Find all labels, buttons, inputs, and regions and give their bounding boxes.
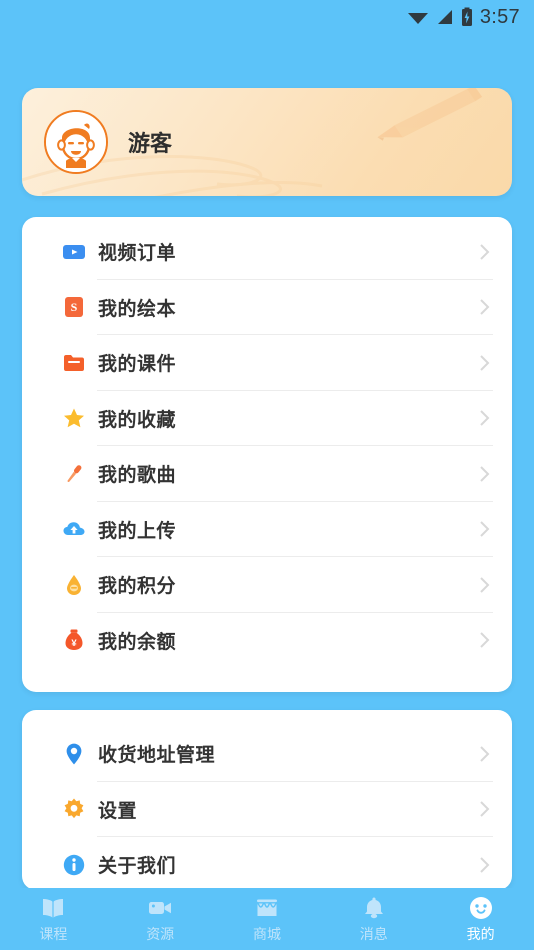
- nav-tab-shop[interactable]: 商城: [214, 888, 321, 950]
- money-bag-icon: ¥: [62, 628, 86, 652]
- menu-item-label: 我的收藏: [98, 409, 177, 431]
- nav-tab-label: 课程: [39, 925, 68, 942]
- svg-text:¥: ¥: [71, 638, 77, 649]
- avatar[interactable]: [44, 110, 108, 174]
- chevron-right-icon: [480, 466, 490, 482]
- smiley-face-icon: [469, 896, 492, 919]
- bell-icon: [364, 897, 383, 918]
- picture-book-s-icon: S: [62, 295, 86, 319]
- chevron-right-icon: [480, 244, 490, 260]
- menu-item-label: 关于我们: [98, 856, 177, 878]
- menu-item-label: 我的余额: [98, 631, 177, 653]
- info-icon: [62, 853, 86, 877]
- svg-text:S: S: [71, 300, 78, 314]
- book-icon: [43, 898, 64, 918]
- menu-item-label: 我的绘本: [98, 298, 177, 320]
- menu-item-uploads[interactable]: 我的上传: [22, 502, 512, 557]
- menu-item-label: 我的歌曲: [98, 465, 177, 487]
- microphone-icon: [62, 462, 86, 486]
- chevron-right-icon: [480, 521, 490, 537]
- chevron-right-icon: [480, 632, 490, 648]
- chevron-right-icon: [480, 355, 490, 371]
- nav-tab-messages[interactable]: 消息: [320, 888, 427, 950]
- wifi-icon: [407, 13, 428, 24]
- primary-menu-card: 视频订单 S 我的绘本 我的课件 我的收藏 我的歌曲 我的上传 我的积分 ¥ 我…: [22, 217, 512, 692]
- gear-icon: [62, 797, 86, 821]
- cloud-upload-icon: [62, 517, 86, 541]
- menu-item-label: 设置: [98, 800, 138, 822]
- location-pin-icon: [62, 742, 86, 766]
- menu-item-picture-books[interactable]: S 我的绘本: [22, 280, 512, 335]
- nav-tab-mine[interactable]: 我的: [427, 888, 534, 950]
- nav-tab-label: 商城: [252, 925, 281, 942]
- chevron-right-icon: [480, 410, 490, 426]
- status-bar-clock: 3:57: [479, 5, 520, 28]
- nav-tab-label: 资源: [146, 925, 175, 942]
- secondary-menu-card: 收货地址管理 设置 关于我们: [22, 710, 512, 890]
- chevron-right-icon: [480, 801, 490, 817]
- menu-item-points[interactable]: 我的积分: [22, 557, 512, 613]
- bottom-navigation: 课程 资源 商城 消息 我的: [0, 888, 534, 950]
- menu-item-courseware[interactable]: 我的课件: [22, 335, 512, 391]
- menu-item-settings[interactable]: 设置: [22, 782, 512, 837]
- video-camera-icon: [149, 901, 172, 914]
- menu-item-address-management[interactable]: 收货地址管理: [22, 726, 512, 782]
- signal-icon: [437, 10, 452, 24]
- nav-tab-resources[interactable]: 资源: [107, 888, 214, 950]
- menu-item-label: 我的上传: [98, 520, 177, 542]
- chevron-right-icon: [480, 746, 490, 762]
- nav-tab-label: 消息: [359, 925, 388, 942]
- video-play-icon: [62, 240, 86, 264]
- profile-card[interactable]: 游客: [22, 88, 512, 196]
- nav-tab-label: 我的: [466, 925, 495, 942]
- menu-item-about-us[interactable]: 关于我们: [22, 837, 512, 890]
- chevron-right-icon: [480, 299, 490, 315]
- star-icon: [62, 406, 86, 430]
- status-bar: 3:57: [0, 0, 534, 34]
- menu-item-favorites[interactable]: 我的收藏: [22, 391, 512, 446]
- profile-name: 游客: [128, 131, 173, 156]
- nav-tab-courses[interactable]: 课程: [0, 888, 107, 950]
- menu-item-label: 收货地址管理: [98, 745, 216, 767]
- menu-item-songs[interactable]: 我的歌曲: [22, 446, 512, 502]
- chevron-right-icon: [480, 577, 490, 593]
- folder-icon: [62, 351, 86, 375]
- points-drop-icon: [62, 573, 86, 597]
- menu-item-label: 我的课件: [98, 354, 177, 376]
- battery-charging-icon: [461, 7, 472, 26]
- menu-item-label: 我的积分: [98, 576, 177, 598]
- menu-item-balance[interactable]: ¥ 我的余额: [22, 613, 512, 669]
- menu-item-label: 视频订单: [98, 243, 177, 265]
- chevron-right-icon: [480, 857, 490, 873]
- menu-item-video-orders[interactable]: 视频订单: [22, 224, 512, 280]
- shop-icon: [256, 899, 277, 916]
